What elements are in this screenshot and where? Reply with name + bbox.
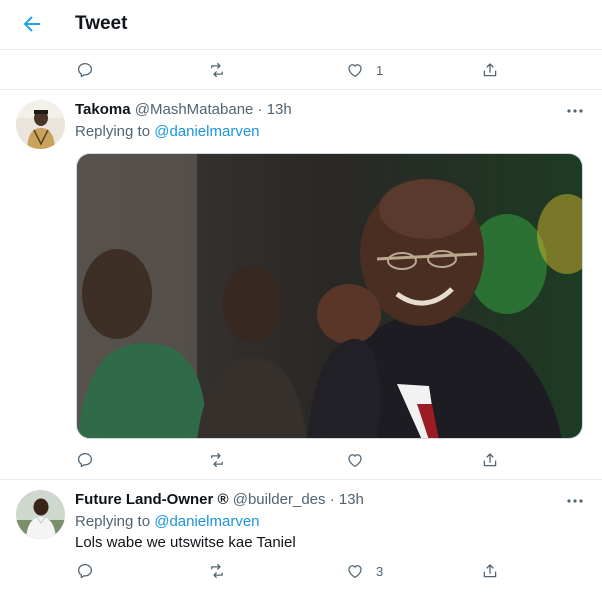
share-button[interactable] <box>481 559 499 583</box>
more-options-icon[interactable] <box>565 491 585 511</box>
author-handle[interactable]: @MashMatabane <box>135 101 254 118</box>
replying-to-line: Replying to @danielmarven <box>75 123 260 140</box>
tweet-timestamp[interactable]: 13h <box>267 101 292 118</box>
tweet-photo[interactable] <box>76 153 583 439</box>
reply-tweet[interactable]: Future Land-Owner ® @builder_des · 13h R… <box>0 479 602 600</box>
share-button[interactable] <box>481 58 499 82</box>
retweet-icon <box>211 563 223 579</box>
reply-button[interactable] <box>76 448 94 472</box>
retweet-button[interactable] <box>208 559 226 583</box>
like-count: 3 <box>376 563 384 579</box>
meta-separator: · <box>329 491 335 508</box>
retweet-icon <box>211 452 223 468</box>
share-icon <box>483 63 497 77</box>
mention-link[interactable]: @danielmarven <box>154 123 259 140</box>
author-name[interactable]: Takoma <box>75 101 131 118</box>
tweet-text: Lols wabe we utswitse kae Taniel <box>75 534 296 551</box>
share-button[interactable] <box>481 448 499 472</box>
share-icon <box>483 453 497 467</box>
tweet-header: Tweet <box>0 0 602 50</box>
reply-icon <box>77 452 93 468</box>
like-button[interactable] <box>346 448 364 472</box>
back-arrow-icon[interactable] <box>20 12 44 36</box>
more-options-icon[interactable] <box>565 101 585 121</box>
avatar[interactable] <box>16 100 65 149</box>
heart-icon <box>348 565 362 579</box>
reply-icon <box>77 563 93 579</box>
like-count: 1 <box>376 62 384 78</box>
tweet-actions <box>76 448 499 472</box>
mention-link[interactable]: @danielmarven <box>154 513 259 530</box>
tweet-timestamp[interactable]: 13h <box>339 491 364 508</box>
reply-button[interactable] <box>76 559 94 583</box>
heart-icon <box>348 454 362 468</box>
author-handle[interactable]: @builder_des <box>233 491 326 508</box>
avatar[interactable] <box>16 490 65 539</box>
tweet-meta: Takoma @MashMatabane · 13h <box>75 101 292 118</box>
tweet-actions: 3 <box>76 559 499 583</box>
heart-icon <box>348 64 362 78</box>
tweet-meta: Future Land-Owner ® @builder_des · 13h <box>75 491 364 508</box>
reply-tweet[interactable]: Takoma @MashMatabane · 13h Replying to @… <box>0 89 602 479</box>
reply-button[interactable] <box>76 58 94 82</box>
retweet-button[interactable] <box>208 448 226 472</box>
replying-to-line: Replying to @danielmarven <box>75 513 260 530</box>
meta-separator: · <box>257 101 263 118</box>
retweet-button[interactable] <box>208 58 226 82</box>
main-tweet-actions: 1 <box>76 58 499 82</box>
author-name[interactable]: Future Land-Owner ® <box>75 491 229 508</box>
like-button[interactable]: 3 <box>346 559 383 583</box>
retweet-icon <box>211 62 223 78</box>
replying-label: Replying to <box>75 513 151 530</box>
like-button[interactable]: 1 <box>346 58 383 82</box>
share-icon <box>483 564 497 578</box>
page-title: Tweet <box>75 13 128 34</box>
reply-icon <box>77 62 93 78</box>
replying-label: Replying to <box>75 123 151 140</box>
